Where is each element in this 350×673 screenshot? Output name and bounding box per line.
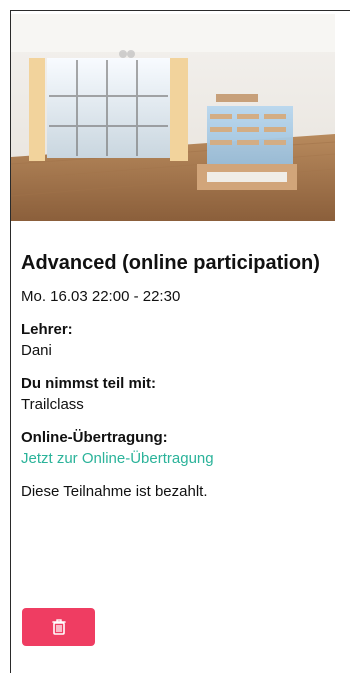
course-details: Advanced (online participation) Mo. 16.0… xyxy=(21,252,321,501)
studio-photo xyxy=(11,14,335,221)
delete-booking-button[interactable] xyxy=(22,608,95,646)
teacher-name: Dani xyxy=(21,342,52,359)
course-title: Advanced (online participation) xyxy=(21,252,320,274)
course-datetime: Mo. 16.03 22:00 - 22:30 xyxy=(21,288,181,305)
online-stream-label: Online-Übertragung: xyxy=(21,429,168,446)
participation-type: Trailclass xyxy=(21,396,84,413)
participation-label: Du nimmst teil mit: xyxy=(21,375,157,392)
payment-status: Diese Teilnahme ist bezahlt. xyxy=(21,483,208,500)
online-stream-link[interactable]: Jetzt zur Online-Übertragung xyxy=(21,450,214,468)
studio-photo-icon xyxy=(11,14,335,221)
teacher-label: Lehrer: xyxy=(21,321,73,338)
trash-icon xyxy=(51,619,66,635)
